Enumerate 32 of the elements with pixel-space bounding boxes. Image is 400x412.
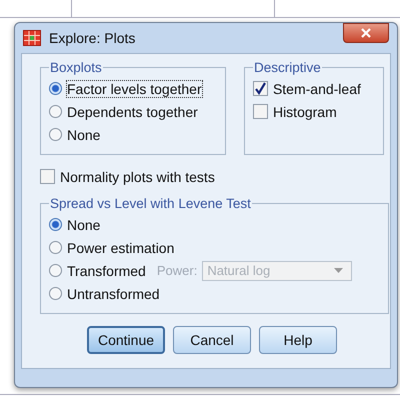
option-label: Power estimation	[67, 240, 174, 256]
radio-button[interactable]	[49, 82, 62, 95]
option-label: Factor levels together	[67, 80, 202, 96]
group-title: Boxplots	[49, 60, 103, 75]
table-icon	[23, 30, 41, 46]
close-button[interactable]	[343, 23, 389, 43]
radio-button[interactable]	[49, 105, 62, 118]
caret-icon	[334, 268, 344, 273]
window-title: Explore: Plots	[49, 30, 136, 46]
checkbox[interactable]	[252, 104, 268, 119]
group-title: Spread vs Level with Levene Test	[49, 196, 252, 211]
checkbox[interactable]	[252, 81, 268, 96]
option-label: Dependents together	[67, 104, 198, 120]
radio-button[interactable]	[49, 241, 62, 254]
checkbox[interactable]	[40, 169, 55, 184]
group-title: Descriptive	[252, 60, 322, 75]
dialog-button[interactable]: Cancel	[173, 326, 251, 354]
radio-button[interactable]	[49, 264, 62, 277]
close-icon	[360, 28, 372, 38]
option-label: Histogram	[272, 104, 337, 120]
dialog-button[interactable]: Help	[259, 326, 337, 354]
option-label: Stem-and-leaf	[272, 80, 361, 96]
power-label: Power:	[156, 263, 198, 278]
dialog-button[interactable]: Continue	[87, 326, 165, 354]
option-label: Untransformed	[67, 286, 160, 302]
radio-button[interactable]	[49, 287, 62, 300]
radio-button[interactable]	[49, 128, 62, 141]
option-label: None	[67, 126, 100, 142]
option-label: Transformed	[67, 262, 146, 278]
option-label: Normality plots with tests	[60, 168, 215, 184]
option-label: None	[67, 216, 100, 232]
radio-button[interactable]	[49, 218, 62, 231]
